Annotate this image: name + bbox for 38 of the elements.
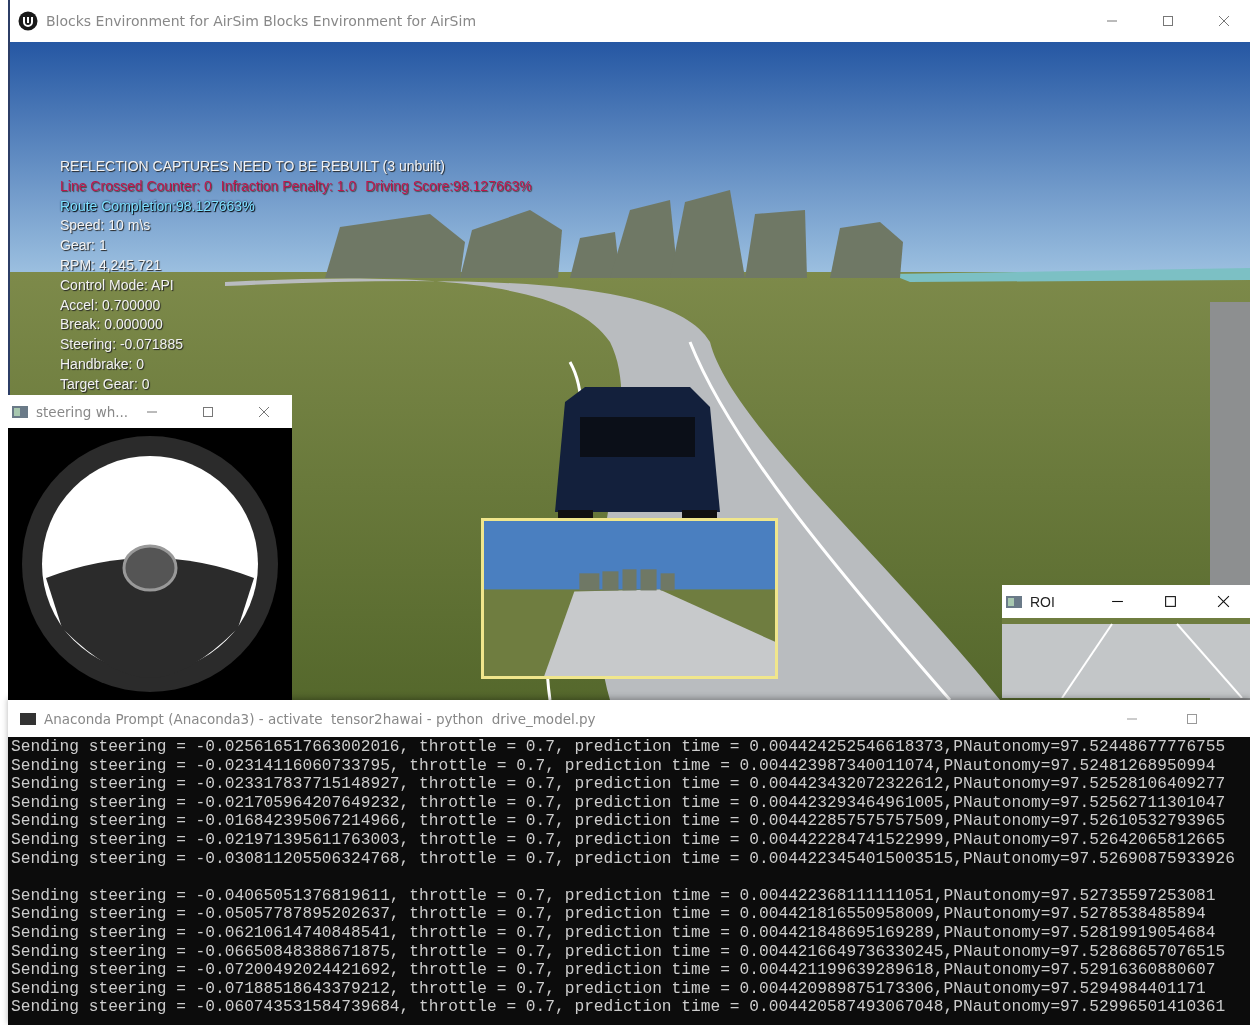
score-text: Line Crossed Counter: 0 <box>60 176 212 196</box>
console-output-line: Sending steering = -0.04065051376819611, throttle = 0.7, prediction time = 0.004422368111111051,PNautonomy=97.52735597253081 <box>11 886 1217 906</box>
telemetry-text: Handbrake: 0 <box>60 354 145 374</box>
console-output-line: Sending steering = -0.07188518643379212, throttle = 0.7, prediction time = 0.004420989875173306,PNautonomy=97.5294984401171 <box>11 979 1207 999</box>
telemetry-text: Control Mode: API <box>60 275 174 295</box>
console-output-line: Sending steering = -0.060743531584739684, throttle = 0.7, prediction time = 0.004420587493067048,PNautonomy=97.52996501410361 <box>11 998 1227 1017</box>
console-output-line: Sending steering = -0.025616517663002016, throttle = 0.7, prediction time = 0.004424252546618373,PNautonomy=97.52448677776755 <box>11 738 1227 757</box>
console-output-line: Sending steering = -0.02314116060733795, throttle = 0.7, prediction time = 0.004423987340011074,PNautonomy=97.52481268950994 <box>11 756 1217 776</box>
console-output-line: Sending steering = -0.07200492024421692, throttle = 0.7, prediction time = 0.004421199639289618,PNautonomy=97.52916360880607 <box>11 961 1217 980</box>
telemetry-text: Steering: -0.071885 <box>60 335 183 355</box>
console-output-line: Sending steering = -0.06650848388671875, throttle = 0.7, prediction time = 0.0044216649736330245,PNautonomy=97.52868657076515 <box>11 942 1227 962</box>
console-output-line: Sending steering = -0.016842395067214966, throttle = 0.7, prediction time = 0.004422857575757509,PNautonomy=97.52610532793965 <box>11 812 1227 831</box>
telemetry-text: RPM: 4,245.721 <box>60 256 162 275</box>
telemetry-text: Speed: 10 m\s <box>60 216 151 236</box>
window-title: Anaconda Prompt (Anaconda3) - activate tensor2hawai - python drive_model.py <box>44 710 596 727</box>
logo-icon <box>18 11 38 31</box>
close-icon[interactable] <box>1217 595 1230 608</box>
console-output-line: Sending steering = -0.05057787895202637, throttle = 0.7, prediction time = 0.004421816550958009,PNautonomy=97.5278538485894 <box>11 905 1207 924</box>
console-output-line: Sending steering = -0.023317837715148927, throttle = 0.7, prediction time = 0.004423432072322612,PNautonomy=97.52528106409277 <box>11 775 1227 794</box>
console-output-line: Sending steering = -0.021705964207649232, throttle = 0.7, prediction time = 0.004423293464961005,PNautonomy=97.52562711301047 <box>11 793 1227 813</box>
console-output-line: Sending steering = -0.06210614740848541, throttle = 0.7, prediction time = 0.004421848695169289,PNautonomy=97.52819919054684 <box>11 923 1217 943</box>
window-title: Blocks Environment for AirSim Blocks Environment for AirSim <box>46 13 477 29</box>
window-title: ROI <box>1030 593 1055 610</box>
console-icon <box>20 712 36 725</box>
console-output-line: Sending steering = -0.030811205506324768, throttle = 0.7, prediction time = 0.0044223454015003515,PNautonomy=97.52690875933926 <box>11 849 1236 869</box>
warning-text: REFLECTION CAPTURES NEED TO BE REBUILT (3 unbuilt) <box>60 157 445 176</box>
telemetry-text: Accel: 0.700000 <box>60 295 161 315</box>
window-title: steering wh... <box>36 403 129 420</box>
window-app-icon <box>12 405 28 418</box>
score-text: Infraction Penalty: 1.0 <box>220 176 357 196</box>
telemetry-text: Gear: 1 <box>60 236 107 256</box>
route-completion-text: Route Completion:98.127663% <box>60 196 255 216</box>
score-text: Driving Score:98.127663% <box>365 176 532 196</box>
telemetry-text: Break: 0.000000 <box>60 315 163 335</box>
window-app-icon <box>1006 595 1022 608</box>
console-output-line: Sending steering = -0.021971395611763003, throttle = 0.7, prediction time = 0.004422284741522999,PNautonomy=97.52642065812665 <box>11 830 1227 850</box>
maximize-icon[interactable] <box>1164 595 1177 608</box>
telemetry-text: Target Gear: 0 <box>60 374 150 394</box>
